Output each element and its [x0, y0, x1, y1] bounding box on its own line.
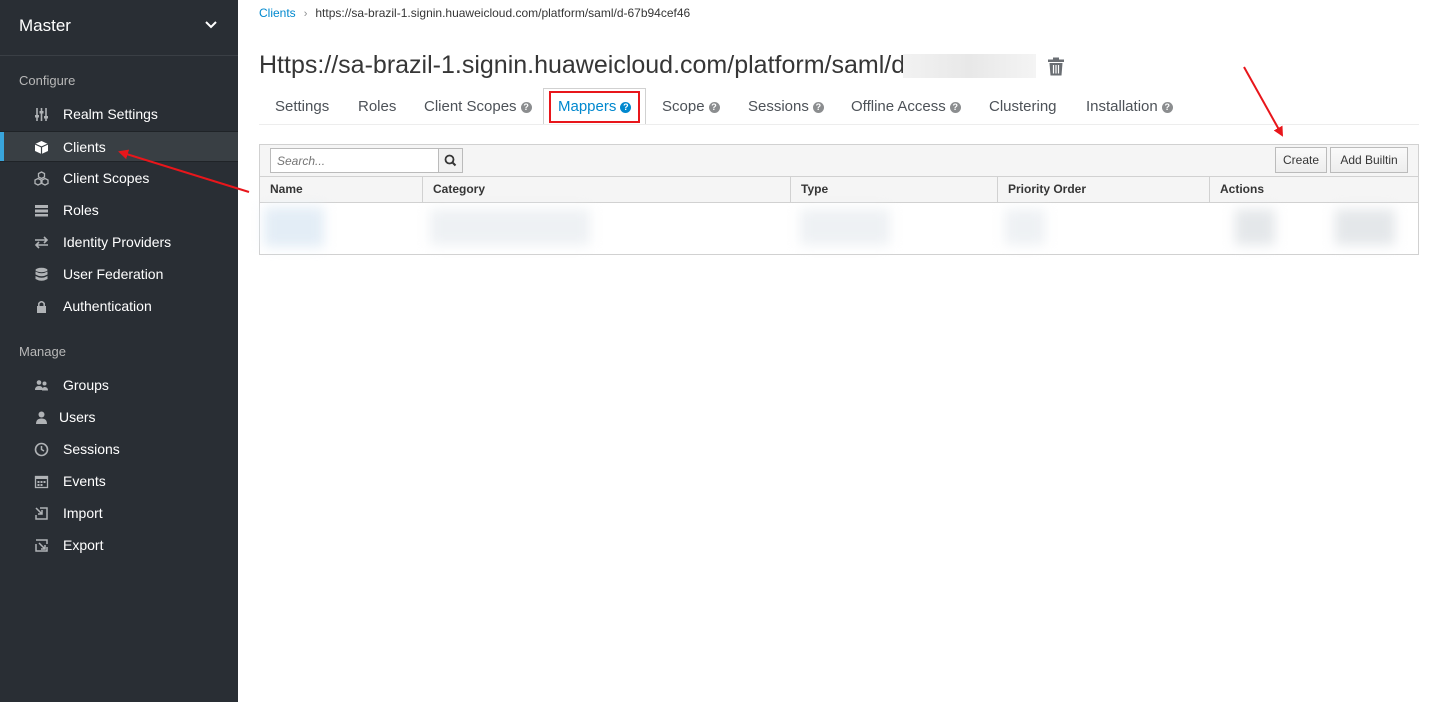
column-header-priority-order[interactable]: Priority Order	[998, 177, 1210, 202]
sidebar-item-authentication[interactable]: Authentication	[0, 291, 238, 322]
section-label-manage: Manage	[19, 344, 66, 359]
sidebar-item-label: Sessions	[63, 441, 120, 457]
help-icon: ?	[949, 102, 961, 113]
help-icon: ?	[520, 102, 532, 113]
redacted-cell	[1005, 209, 1045, 245]
sidebar-item-users[interactable]: Users	[0, 402, 238, 433]
add-builtin-button[interactable]: Add Builtin	[1330, 147, 1408, 173]
tab-client-scopes[interactable]: Client Scopes?	[424, 98, 532, 115]
help-icon: ?	[708, 102, 720, 113]
redacted-cell	[430, 209, 590, 245]
tab-clustering[interactable]: Clustering	[989, 98, 1057, 115]
sidebar-item-label: Events	[63, 473, 106, 489]
tab-settings[interactable]: Settings	[275, 98, 329, 115]
tab-label: Clustering	[989, 98, 1057, 115]
export-icon	[35, 539, 48, 552]
tab-label: Installation	[1086, 98, 1158, 115]
sidebar-item-identity-providers[interactable]: Identity Providers	[0, 227, 238, 258]
column-header-actions: Actions	[1220, 182, 1265, 196]
users-icon	[35, 380, 48, 391]
column-header-category[interactable]: Category	[423, 177, 791, 202]
tab-label: Sessions	[748, 98, 809, 115]
sidebar-item-roles[interactable]: Roles	[0, 195, 238, 226]
redacted-cell	[800, 209, 890, 245]
sidebar-item-import[interactable]: Import	[0, 498, 238, 529]
table-header: Name Category Type Priority Order Action…	[260, 177, 1418, 203]
page-title: Https://sa-brazil-1.signin.huaweicloud.c…	[259, 51, 914, 79]
sidebar-item-label: Authentication	[63, 298, 152, 314]
help-icon: ?	[812, 102, 824, 113]
tab-label: Client Scopes	[424, 98, 517, 115]
calendar-icon	[34, 475, 49, 489]
breadcrumb-link-clients[interactable]: Clients	[259, 6, 296, 20]
clock-icon	[34, 442, 49, 457]
tab-label: Offline Access	[851, 98, 946, 115]
tab-sessions[interactable]: Sessions?	[748, 98, 824, 115]
sidebar-item-realm-settings[interactable]: Realm Settings	[0, 99, 238, 130]
tab-offline-access[interactable]: Offline Access?	[851, 98, 961, 115]
section-label-configure: Configure	[19, 73, 76, 88]
column-header-type[interactable]: Type	[791, 177, 998, 202]
import-icon	[35, 507, 48, 520]
sidebar-item-label: Identity Providers	[63, 234, 172, 250]
search-icon	[444, 154, 457, 167]
sidebar-item-label: Users	[59, 409, 96, 425]
tab-label: Roles	[358, 98, 397, 115]
tab-roles[interactable]: Roles	[358, 98, 396, 115]
realm-name: Master	[19, 16, 71, 35]
cubes-icon	[34, 171, 49, 186]
sidebar-item-client-scopes[interactable]: Client Scopes	[0, 163, 238, 194]
sidebar-item-label: User Federation	[63, 266, 164, 282]
tab-scope[interactable]: Scope?	[662, 98, 720, 115]
redacted-cell	[1335, 209, 1395, 245]
breadcrumb-current: https://sa-brazil-1.signin.huaweicloud.c…	[315, 6, 691, 20]
sidebar-item-export[interactable]: Export	[0, 530, 238, 561]
tab-label: Scope	[662, 98, 705, 115]
breadcrumb-separator: ›	[303, 8, 308, 20]
database-icon	[35, 267, 48, 281]
user-icon	[36, 411, 47, 424]
mappers-table: Name Category Type Priority Order Action…	[259, 176, 1419, 255]
chevron-down-icon	[205, 21, 217, 29]
sidebar-item-clients[interactable]: Clients	[0, 131, 238, 162]
realm-selector[interactable]: Master	[0, 0, 238, 56]
sidebar-item-label: Import	[63, 505, 103, 521]
breadcrumb: Clients › https://sa-brazil-1.signin.huawe…	[259, 6, 690, 20]
sidebar-item-label: Export	[63, 537, 104, 553]
help-icon: ?	[1161, 102, 1173, 113]
cube-icon	[34, 141, 49, 154]
redacted-cell	[264, 207, 324, 247]
annotation-highlight-box	[549, 91, 640, 123]
redacted-area	[903, 54, 1036, 78]
sidebar-item-events[interactable]: Events	[0, 466, 238, 497]
sidebar-item-label: Realm Settings	[63, 106, 158, 122]
sidebar: Master Configure Realm Settings Clients …	[0, 0, 238, 702]
create-button[interactable]: Create	[1275, 147, 1327, 173]
redacted-cell	[1235, 209, 1275, 245]
search-input[interactable]	[270, 148, 439, 173]
tab-label: Settings	[275, 98, 330, 115]
sidebar-item-groups[interactable]: Groups	[0, 370, 238, 401]
sidebar-item-label: Groups	[63, 377, 109, 393]
lock-icon	[37, 301, 46, 313]
sidebar-item-label: Client Scopes	[63, 170, 150, 186]
list-icon	[35, 205, 48, 217]
sidebar-item-sessions[interactable]: Sessions	[0, 434, 238, 465]
search-button[interactable]	[438, 148, 463, 173]
sidebar-item-user-federation[interactable]: User Federation	[0, 259, 238, 290]
table-row	[260, 203, 1418, 254]
sidebar-item-label: Clients	[63, 139, 106, 155]
sidebar-item-label: Roles	[63, 202, 99, 218]
exchange-icon	[34, 236, 49, 249]
trash-icon[interactable]	[1047, 57, 1065, 76]
sliders-icon	[35, 108, 48, 121]
column-header-name[interactable]: Name	[260, 177, 423, 202]
tab-installation[interactable]: Installation?	[1086, 98, 1173, 115]
